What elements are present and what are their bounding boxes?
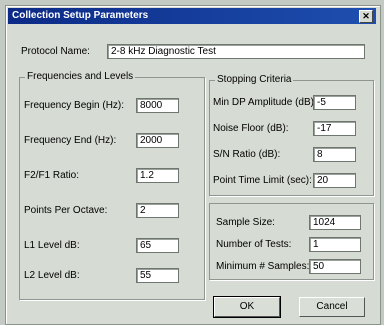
stopping-criteria-title: Stopping Criteria	[215, 74, 294, 85]
frequency-begin-input[interactable]: 8000	[136, 98, 179, 113]
title-bar: Collection Setup Parameters ✕	[8, 8, 376, 24]
sample-size-label: Sample Size:	[216, 217, 275, 228]
frequency-end-input[interactable]: 2000	[136, 133, 179, 148]
min-dp-amplitude-label: Min DP Amplitude (dB):	[213, 97, 317, 108]
l1-level-input[interactable]: 65	[136, 238, 179, 253]
close-button[interactable]: ✕	[359, 10, 373, 23]
f2f1-ratio-input[interactable]: 1.2	[136, 168, 179, 183]
frequency-begin-label: Frequency Begin (Hz):	[24, 100, 125, 111]
protocol-name-input[interactable]: 2-8 kHz Diagnostic Test	[107, 44, 365, 59]
ok-button[interactable]: OK	[213, 296, 281, 318]
dialog-title: Collection Setup Parameters	[12, 10, 149, 21]
points-per-octave-label: Points Per Octave:	[24, 205, 108, 216]
points-per-octave-input[interactable]: 2	[136, 203, 179, 218]
sample-size-input[interactable]: 1024	[309, 215, 361, 230]
sn-ratio-input[interactable]: 8	[313, 147, 356, 162]
point-time-limit-label: Point Time Limit (sec):	[213, 175, 312, 186]
point-time-limit-input[interactable]: 20	[313, 173, 356, 188]
frequency-end-label: Frequency End (Hz):	[24, 135, 117, 146]
protocol-name-label: Protocol Name:	[21, 46, 90, 57]
min-dp-amplitude-input[interactable]: -5	[313, 95, 356, 110]
minimum-samples-input[interactable]: 50	[309, 259, 361, 274]
close-icon: ✕	[362, 11, 370, 21]
number-of-tests-input[interactable]: 1	[309, 237, 361, 252]
minimum-samples-label: Minimum # Samples:	[216, 261, 310, 272]
f2f1-ratio-label: F2/F1 Ratio:	[24, 170, 80, 181]
noise-floor-input[interactable]: -17	[313, 121, 356, 136]
noise-floor-label: Noise Floor (dB):	[213, 123, 289, 134]
number-of-tests-label: Number of Tests:	[216, 239, 292, 250]
cancel-button[interactable]: Cancel	[299, 297, 365, 317]
frequencies-levels-title: Frequencies and Levels	[25, 71, 136, 82]
l1-level-label: L1 Level dB:	[24, 240, 80, 251]
sn-ratio-label: S/N Ratio (dB):	[213, 149, 281, 160]
l2-level-label: L2 Level dB:	[24, 270, 80, 281]
collection-setup-dialog: Collection Setup Parameters ✕ Protocol N…	[5, 5, 381, 325]
l2-level-input[interactable]: 55	[136, 268, 179, 283]
